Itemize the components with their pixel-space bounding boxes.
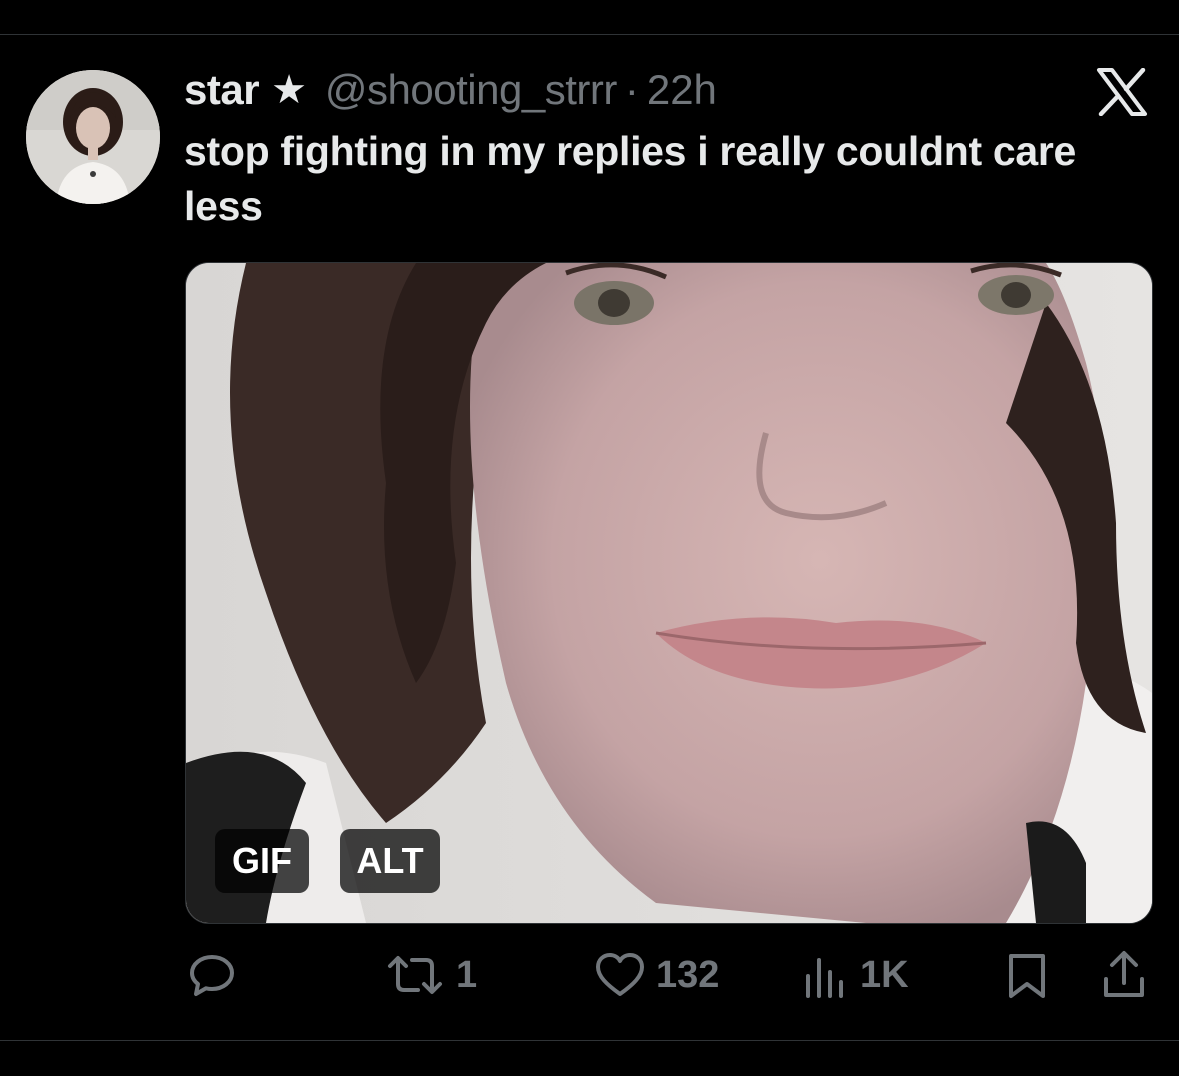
top-divider xyxy=(0,34,1179,35)
reply-icon xyxy=(187,950,237,1000)
star-icon: ★ xyxy=(271,68,307,112)
bookmark-button[interactable] xyxy=(1005,940,1049,1010)
separator-dot: · xyxy=(624,66,639,113)
tweet-text: stop fighting in my replies i really cou… xyxy=(184,128,1077,229)
share-icon xyxy=(1100,949,1148,1001)
retweet-count: 1 xyxy=(456,953,478,996)
views-chart-icon xyxy=(800,950,850,1000)
like-count: 132 xyxy=(656,953,720,996)
heart-icon xyxy=(594,950,646,1000)
timestamp[interactable]: 22h xyxy=(647,62,717,118)
bottom-divider xyxy=(0,1040,1179,1041)
gif-badge: GIF xyxy=(215,829,309,893)
retweet-icon xyxy=(384,950,446,1000)
bookmark-icon xyxy=(1005,950,1049,1000)
user-handle[interactable]: @shooting_strrr xyxy=(325,62,617,118)
display-name[interactable]: star xyxy=(184,62,260,118)
x-logo[interactable] xyxy=(1096,67,1148,117)
like-button[interactable]: 132 xyxy=(594,940,719,1010)
tweet-media-gif[interactable]: GIF ALT xyxy=(185,262,1153,924)
avatar[interactable] xyxy=(26,70,160,204)
alt-text-button[interactable]: ALT xyxy=(340,829,440,893)
gif-frame-image xyxy=(186,263,1152,923)
tweet-actions: 1 132 1K xyxy=(0,940,1179,1010)
views-button[interactable]: 1K xyxy=(800,940,909,1010)
tweet-header: star ★ @shooting_strrr · 22h xyxy=(184,62,717,118)
views-count: 1K xyxy=(860,953,909,996)
share-button[interactable] xyxy=(1100,940,1148,1010)
retweet-button[interactable]: 1 xyxy=(384,940,477,1010)
reply-button[interactable] xyxy=(187,940,237,1010)
